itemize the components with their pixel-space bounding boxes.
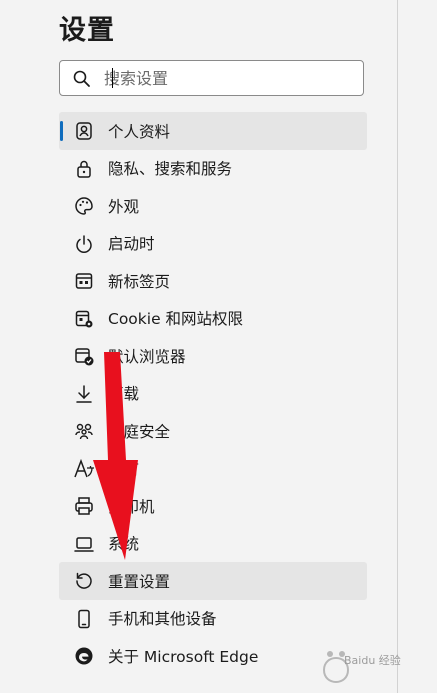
- nav-item-appearance[interactable]: 外观: [59, 187, 367, 225]
- nav-item-downloads[interactable]: 下载: [59, 375, 367, 413]
- download-icon: [76, 384, 92, 403]
- nav-item-label: 个人资料: [108, 122, 171, 141]
- palette-icon: [75, 197, 93, 215]
- text-caret: [112, 68, 113, 88]
- nav-item-label: 隐私、搜索和服务: [108, 160, 233, 179]
- new-tab-icon: [75, 273, 93, 289]
- nav-item-system[interactable]: 系统: [59, 525, 367, 563]
- watermark-text: Baidu 经验: [344, 654, 401, 667]
- nav-item-label: 启动时: [108, 235, 155, 254]
- nav-item-label: 新标签页: [108, 272, 171, 291]
- page-title: 设置: [59, 15, 115, 46]
- nav-item-default-browser[interactable]: 默认浏览器: [59, 337, 367, 375]
- nav-item-printers[interactable]: 打印机: [59, 487, 367, 525]
- phone-icon: [78, 609, 90, 628]
- nav-item-label: 默认浏览器: [108, 347, 186, 366]
- nav-item-label: 系统: [108, 535, 140, 554]
- profile-icon: [76, 122, 92, 140]
- edge-logo-icon: [75, 647, 93, 665]
- nav-item-label: 重置设置: [108, 572, 171, 591]
- nav-item-profile[interactable]: 个人资料: [59, 112, 367, 150]
- nav-item-label: 外观: [108, 197, 140, 216]
- nav-item-family-safety[interactable]: 家庭安全: [59, 412, 367, 450]
- nav-item-label: 下载: [108, 385, 140, 404]
- nav-item-label: 关于 Microsoft Edge: [108, 647, 259, 666]
- printer-icon: [75, 497, 93, 515]
- reset-icon: [76, 572, 92, 589]
- nav-item-languages[interactable]: 语言: [59, 450, 367, 488]
- nav-item-label: 手机和其他设备: [108, 610, 217, 629]
- search-input[interactable]: [104, 67, 354, 89]
- search-icon: [73, 70, 90, 87]
- nav-item-new-tab[interactable]: 新标签页: [59, 262, 367, 300]
- nav-item-label: 打印机: [108, 497, 155, 516]
- lock-icon: [77, 160, 91, 178]
- family-icon: [75, 423, 93, 440]
- nav-item-phone-devices[interactable]: 手机和其他设备: [59, 600, 367, 638]
- nav-item-on-startup[interactable]: 启动时: [59, 225, 367, 263]
- nav-item-label: Cookie 和网站权限: [108, 310, 244, 329]
- nav-item-privacy[interactable]: 隐私、搜索和服务: [59, 150, 367, 188]
- default-browser-icon: [75, 348, 94, 366]
- site-permissions-icon: [75, 310, 93, 327]
- nav-item-cookies[interactable]: Cookie 和网站权限: [59, 300, 367, 338]
- language-icon: [74, 458, 94, 477]
- laptop-icon: [74, 536, 94, 552]
- nav-item-reset-settings[interactable]: 重置设置: [59, 562, 367, 600]
- panel-divider: [397, 0, 398, 693]
- power-icon: [76, 234, 92, 253]
- nav-item-label: 语言: [108, 460, 140, 479]
- nav-item-label: 家庭安全: [108, 422, 171, 441]
- settings-nav: 个人资料 隐私、搜索和服务 外观 启动时 新标签页 Cookie 和网站权限 默…: [59, 112, 367, 675]
- search-box[interactable]: [59, 60, 364, 96]
- selection-indicator: [60, 121, 63, 141]
